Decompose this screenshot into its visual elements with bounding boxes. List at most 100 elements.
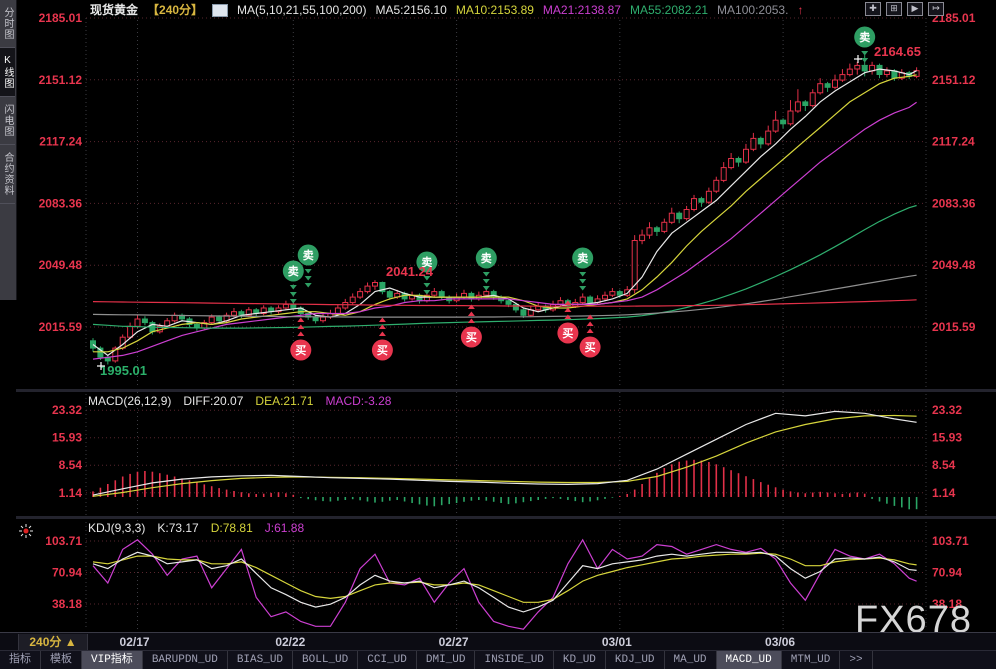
trend-up-arrow-icon: ↑: [797, 2, 804, 17]
svg-text:15.93: 15.93: [932, 431, 962, 445]
sell-signal-marker: 卖: [282, 260, 304, 304]
tab-MACD_UD[interactable]: MACD_UD: [716, 651, 782, 669]
date-label: 02/22: [275, 635, 306, 649]
kdj-j-value: J:61.88: [264, 521, 305, 535]
svg-text:70.94: 70.94: [932, 566, 962, 580]
svg-text:2049.48: 2049.48: [39, 258, 83, 272]
svg-text:卖: 卖: [288, 264, 299, 278]
tab->>[interactable]: >>: [840, 651, 873, 669]
ma55-value: MA55:2082.21: [629, 2, 709, 17]
svg-text:2041.24: 2041.24: [386, 264, 434, 279]
chart-toolbar: ✚ ⊞ ▶ ↦: [865, 2, 944, 16]
trading-app: { "sidebar": { "items": [ {"label": "分时图…: [0, 0, 996, 669]
tab-BOLL_UD[interactable]: BOLL_UD: [293, 651, 359, 669]
buy-signal-marker: 买: [371, 317, 393, 361]
ma-chart-icon: [212, 4, 229, 17]
svg-text:8.54: 8.54: [59, 458, 83, 472]
svg-text:1995.01: 1995.01: [100, 363, 147, 378]
sidebar-item-time-chart[interactable]: 分时图: [0, 0, 15, 48]
svg-text:2049.48: 2049.48: [932, 258, 976, 272]
svg-text:买: 买: [562, 327, 573, 340]
macd-header: MACD(26,12,9) DIFF:20.07 DEA:21.71 MACD:…: [88, 394, 391, 408]
macd-title: MACD(26,12,9): [88, 394, 172, 408]
svg-text:15.93: 15.93: [52, 431, 82, 445]
svg-text:38.18: 38.18: [52, 597, 82, 611]
date-label: 02/17: [119, 635, 150, 649]
sidebar-item-kline-chart[interactable]: K线图: [0, 48, 15, 97]
kdj-title: KDJ(9,3,3): [88, 521, 146, 535]
ma5-value: MA5:2156.10: [375, 2, 447, 17]
sidebar-item-contract-info[interactable]: 合约资料: [0, 145, 15, 204]
svg-text:1.14: 1.14: [932, 486, 956, 500]
tab-BIAS_UD[interactable]: BIAS_UD: [228, 651, 294, 669]
tab-指标[interactable]: 指标: [0, 651, 41, 669]
ma10-value: MA10:2153.89: [455, 2, 534, 17]
fit-chart-icon[interactable]: ⊞: [886, 2, 902, 16]
macd-value: MACD:-3.28: [325, 394, 392, 408]
svg-text:卖: 卖: [303, 248, 314, 262]
kdj-header: KDJ(9,3,3) K:73.17 D:78.81 J:61.88: [88, 521, 304, 535]
tab-模板[interactable]: 模板: [41, 651, 82, 669]
tab-MTM_UD[interactable]: MTM_UD: [782, 651, 841, 669]
buy-signal-marker: 买: [460, 304, 482, 348]
tab-KD_UD[interactable]: KD_UD: [554, 651, 606, 669]
latest-bar-icon[interactable]: ▶: [907, 2, 923, 16]
pan-icon[interactable]: ✚: [865, 2, 881, 16]
grid-layer: [16, 17, 996, 629]
collapse-panel-icon[interactable]: ↦: [928, 2, 944, 16]
tab-BARUPDN_UD[interactable]: BARUPDN_UD: [143, 651, 228, 669]
svg-text:2117.24: 2117.24: [932, 135, 975, 149]
svg-text:2151.12: 2151.12: [39, 73, 83, 87]
date-label: 03/06: [765, 635, 796, 649]
tab-MA_UD[interactable]: MA_UD: [665, 651, 717, 669]
svg-text:2083.36: 2083.36: [932, 196, 976, 210]
ma100-value: MA100:2053.: [717, 2, 789, 17]
svg-text:23.32: 23.32: [52, 403, 82, 417]
tab-DMI_UD[interactable]: DMI_UD: [417, 651, 476, 669]
svg-text:买: 买: [466, 331, 477, 344]
buy-signal-marker: 买: [579, 314, 601, 358]
svg-text:买: 买: [377, 344, 388, 357]
period-selector[interactable]: 240分 ▲: [18, 634, 88, 650]
svg-text:103.71: 103.71: [45, 534, 82, 548]
indicator-tab-bar: 指标 模板 VIP指标 BARUPDN_UD BIAS_UD BOLL_UD CCI_UD D…: [0, 650, 996, 669]
buy-signal-marker: 买: [290, 317, 312, 361]
kdj-d-value: D:78.81: [210, 521, 253, 535]
candles-layer: [90, 55, 920, 365]
svg-text:2185.01: 2185.01: [39, 11, 83, 25]
svg-text:2117.24: 2117.24: [39, 135, 82, 149]
tab-VIP指标[interactable]: VIP指标: [82, 651, 143, 669]
date-label: 02/27: [438, 635, 469, 649]
sell-signal-marker: 卖: [572, 247, 594, 291]
ma-group-label: MA(5,10,21,55,100,200): [237, 2, 367, 17]
svg-text:买: 买: [295, 344, 306, 357]
svg-text:103.71: 103.71: [932, 534, 969, 548]
time-axis-row: 240分 ▲ 02/17 02/22 02/27 03/01 03/06: [0, 632, 996, 650]
svg-text:2015.59: 2015.59: [932, 320, 976, 334]
sell-signal-marker: 卖: [475, 247, 497, 291]
kdj-k-value: K:73.17: [157, 521, 199, 535]
svg-text:70.94: 70.94: [52, 566, 82, 580]
macd-dea-value: DEA:21.71: [255, 394, 314, 408]
symbol-name: 现货黄金: [90, 3, 139, 17]
svg-text:8.54: 8.54: [932, 458, 956, 472]
hot-indicator-icon[interactable]: [18, 523, 34, 539]
svg-text:卖: 卖: [481, 251, 492, 265]
chart-header: 现货黄金 【240分】 MA(5,10,21,55,100,200) MA5:2…: [90, 2, 803, 17]
macd-diff-value: DIFF:20.07: [183, 394, 244, 408]
svg-text:1.14: 1.14: [59, 486, 83, 500]
price-chart[interactable]: 2185.01 2185.012151.12 2151.122117.24 2117.…: [16, 0, 996, 632]
svg-text:2083.36: 2083.36: [39, 196, 83, 210]
ma21-value: MA21:2138.87: [542, 2, 621, 17]
tab-INSIDE_UD[interactable]: INSIDE_UD: [475, 651, 554, 669]
svg-text:2151.12: 2151.12: [932, 73, 976, 87]
svg-text:23.32: 23.32: [932, 403, 962, 417]
svg-text:卖: 卖: [577, 251, 588, 265]
sidebar-item-flash-chart[interactable]: 闪电图: [0, 97, 15, 145]
tab-KDJ_UD[interactable]: KDJ_UD: [606, 651, 665, 669]
tab-CCI_UD[interactable]: CCI_UD: [358, 651, 417, 669]
macd-pane: [92, 410, 918, 510]
signal-markers-layer: 卖买卖买卖买卖买卖买卖: [282, 26, 876, 361]
date-label: 03/01: [601, 635, 632, 649]
svg-text:卖: 卖: [859, 30, 870, 44]
